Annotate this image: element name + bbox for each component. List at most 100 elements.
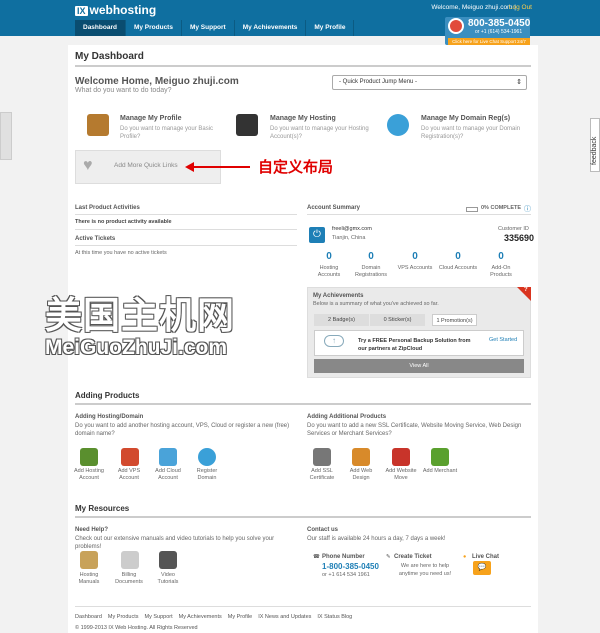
phone-label: Phone Number	[322, 554, 365, 560]
footer-link[interactable]: IX Status Blog	[317, 614, 352, 620]
page-title: My Dashboard	[75, 51, 144, 62]
quick-link-desc: Do you want to manage your Domain Regist…	[421, 126, 521, 140]
divider	[75, 214, 297, 215]
adding-additional-desc: Do you want to add a new SSL Certificate…	[307, 423, 522, 437]
nav-dashboard[interactable]: Dashboard	[75, 20, 126, 36]
add-website-move-label[interactable]: Add Website Move	[383, 468, 419, 482]
add-web-design-label[interactable]: Add Web Design	[343, 468, 379, 482]
tab-badges[interactable]: 2 Badge(s)	[314, 314, 369, 326]
address-book-icon[interactable]	[87, 114, 109, 136]
lifebuoy-icon	[448, 18, 464, 34]
add-merchant-icon[interactable]	[431, 448, 449, 466]
add-quick-links-label[interactable]: Add More Quick Links	[114, 162, 178, 169]
question-icon: ?	[524, 287, 528, 293]
linux-windows-icon[interactable]	[236, 114, 258, 136]
side-toolbar[interactable]	[0, 112, 12, 160]
live-chat-button[interactable]: 💬	[473, 561, 491, 575]
support-alt-phone: or +1 (614) 534-1961	[475, 29, 523, 35]
add-vps-icon[interactable]	[121, 448, 139, 466]
tab-promotions[interactable]: 1 Promotion(s)	[432, 314, 477, 326]
quick-link-title[interactable]: Manage My Profile	[120, 115, 181, 122]
need-help-title: Need Help?	[75, 527, 109, 533]
phone-number[interactable]: 1-800-385-0450	[322, 562, 379, 571]
need-help-desc: Check out our extensive manuals and vide…	[75, 536, 275, 550]
domain-registrations-count[interactable]: 0	[351, 251, 391, 262]
profile-complete: 0% COMPLETE	[481, 205, 522, 211]
footer-link[interactable]: My Achievements	[179, 614, 222, 620]
vps-accounts-count[interactable]: 0	[395, 251, 435, 262]
nav-my-profile[interactable]: My Profile	[306, 20, 355, 36]
achievements-title: My Achievements	[313, 293, 364, 299]
customer-id-label: Customer ID	[498, 226, 529, 232]
heart-plus-icon: ♥	[83, 157, 93, 174]
quick-link-title[interactable]: Manage My Domain Reg(s)	[421, 115, 510, 122]
hosting-manuals-label[interactable]: Hosting Manuals	[71, 572, 107, 586]
no-tickets-text: At this time you have no active tickets	[75, 250, 167, 256]
domain-registrations-label: Domain Registrations	[354, 265, 388, 278]
video-tutorials-label[interactable]: Video Tutorials	[150, 572, 186, 586]
annotation-arrow-line	[190, 166, 250, 168]
last-activities-title: Last Product Activities	[75, 205, 140, 211]
view-all-button[interactable]: View All	[314, 359, 524, 373]
hosting-manuals-icon[interactable]	[80, 551, 98, 569]
hosting-accounts-count[interactable]: 0	[309, 251, 349, 262]
live-chat-label[interactable]: Live Chat	[472, 554, 499, 560]
quick-link-title[interactable]: Manage My Hosting	[270, 115, 336, 122]
nav-my-support[interactable]: My Support	[182, 20, 235, 36]
welcome-subtitle: What do you want to do today?	[75, 87, 172, 94]
addon-products-count[interactable]: 0	[481, 251, 521, 262]
annotation-text: 自定义布局	[258, 159, 334, 176]
adding-products-title: Adding Products	[75, 391, 140, 400]
phone-alt: or +1 614 534 1961	[322, 572, 370, 578]
footer-link[interactable]: My Products	[108, 614, 139, 620]
add-merchant-label[interactable]: Add Merchant	[422, 468, 458, 475]
live-chat-support-link[interactable]: Click here for Live Chat Support 24/7	[448, 38, 530, 45]
billing-documents-label[interactable]: Billing Documents	[111, 572, 147, 586]
footer-link[interactable]: Dashboard	[75, 614, 102, 620]
tab-stickers[interactable]: 0 Sticker(s)	[370, 314, 425, 326]
watermark-title: 美国主机网	[45, 295, 235, 336]
get-started-link[interactable]: Get Started	[489, 337, 517, 343]
divider	[75, 606, 531, 607]
account-email: freeli@gmx.com	[332, 226, 372, 232]
register-domain-icon[interactable]	[198, 448, 216, 466]
main-nav: Dashboard My Products My Support My Achi…	[75, 20, 355, 36]
adding-hosting-title: Adding Hosting/Domain	[75, 414, 144, 420]
feedback-tab[interactable]: feedback	[590, 118, 600, 172]
nav-my-achievements[interactable]: My Achievements	[235, 20, 307, 36]
info-icon[interactable]: ⓘ	[524, 204, 531, 214]
logout-link[interactable]: Log Out	[509, 4, 532, 11]
account-summary-title: Account Summary	[307, 205, 361, 211]
quick-link-desc: Do you want to manage your Hosting Accou…	[270, 126, 369, 140]
divider	[75, 403, 531, 405]
footer-link[interactable]: IX News and Updates	[258, 614, 311, 620]
welcome-text: Welcome, Meiguo zhuji.com |	[431, 4, 516, 11]
copyright: © 1999-2013 IX Web Hosting. All Rights R…	[75, 625, 198, 631]
add-cloud-label[interactable]: Add Cloud Account	[150, 468, 186, 482]
quick-product-jump-menu[interactable]: - Quick Product Jump Menu - ⇕	[332, 75, 527, 90]
add-hosting-icon[interactable]	[80, 448, 98, 466]
register-domain-label[interactable]: Register Domain	[189, 468, 225, 482]
account-location: Tianjin, China	[332, 235, 366, 241]
add-ssl-icon[interactable]	[313, 448, 331, 466]
billing-documents-icon[interactable]	[121, 551, 139, 569]
logo[interactable]: IX webhosting	[75, 3, 156, 17]
cloud-accounts-count[interactable]: 0	[438, 251, 478, 262]
nav-my-products[interactable]: My Products	[126, 20, 182, 36]
add-cloud-icon[interactable]	[159, 448, 177, 466]
promo-text: Try a FREE Personal Backup Solution from…	[358, 338, 471, 352]
footer-link[interactable]: My Profile	[228, 614, 252, 620]
add-vps-label[interactable]: Add VPS Account	[111, 468, 147, 482]
welcome-title: Welcome Home, Meiguo zhuji.com	[75, 76, 239, 87]
create-ticket-label[interactable]: Create Ticket	[394, 554, 432, 560]
divider	[75, 229, 297, 230]
add-website-move-icon[interactable]	[392, 448, 410, 466]
footer-link[interactable]: My Support	[145, 614, 173, 620]
video-tutorials-icon[interactable]	[159, 551, 177, 569]
add-hosting-label[interactable]: Add Hosting Account	[71, 468, 107, 482]
ticket-icon: ✎	[386, 554, 391, 560]
add-web-design-icon[interactable]	[352, 448, 370, 466]
add-ssl-label[interactable]: Add SSL Certificate	[304, 468, 340, 482]
www-globe-icon[interactable]	[387, 114, 409, 136]
divider	[307, 214, 531, 215]
